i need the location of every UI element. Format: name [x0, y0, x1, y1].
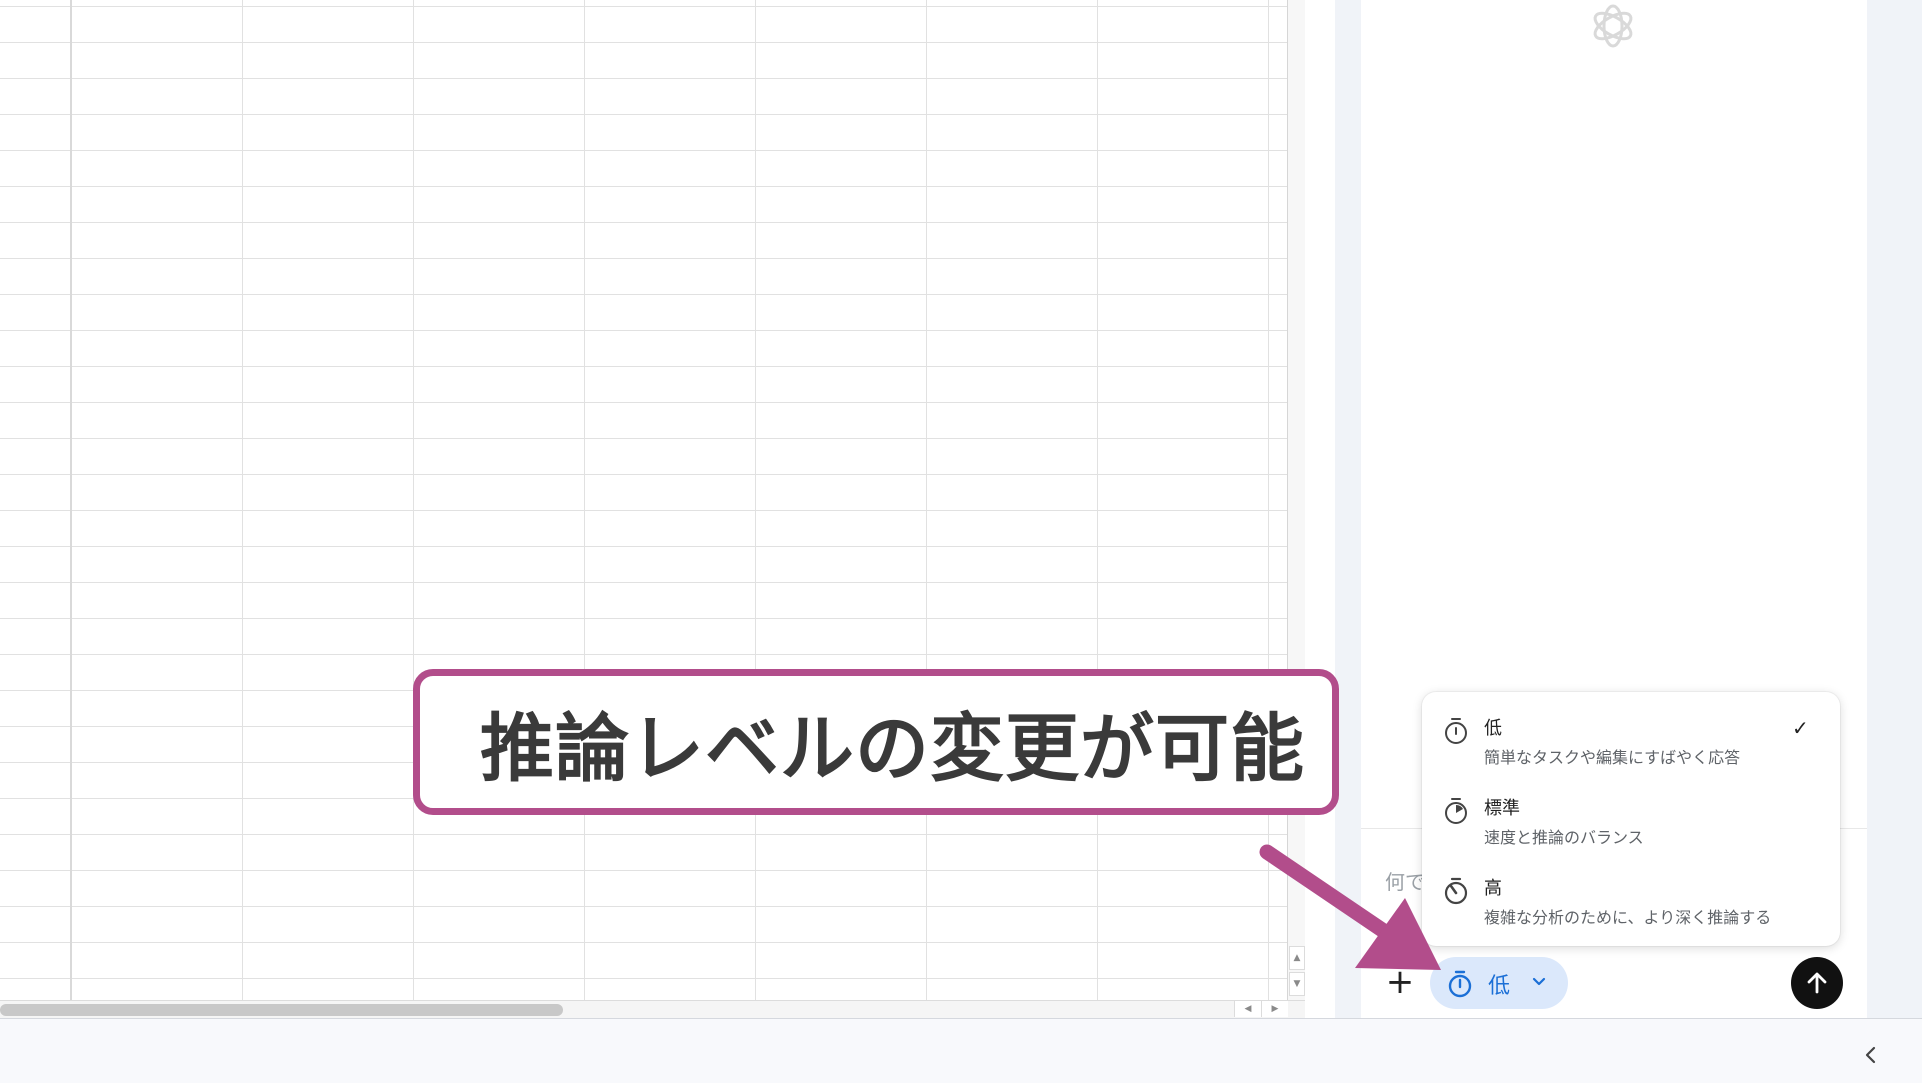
send-button[interactable] — [1791, 957, 1843, 1009]
reasoning-level-menu: 低 簡単なタスクや編集にすばやく応答 ✓ 標準 速度と推論のバランス 高 複雑な… — [1422, 692, 1840, 946]
arrow-up-icon — [1807, 972, 1827, 994]
callout-box: 推論レベルの変更が可能 — [413, 669, 1339, 815]
stopwatch-low-icon — [1445, 718, 1467, 744]
menu-item-description: 速度と推論のバランス — [1484, 828, 1644, 847]
menu-item-standard[interactable]: 標準 速度と推論のバランス — [1422, 772, 1840, 852]
collapse-panel-button[interactable] — [1856, 1040, 1886, 1070]
menu-item-title: 高 — [1484, 878, 1502, 899]
scroll-left-button[interactable]: ◀ — [1234, 1001, 1261, 1017]
triangle-right-icon: ▶ — [1271, 1004, 1279, 1014]
bottom-bar — [0, 1018, 1922, 1083]
reasoning-level-label: 低 — [1488, 974, 1511, 999]
horizontal-scroll-thumb[interactable] — [0, 1004, 563, 1016]
spreadsheet-grid[interactable] — [0, 0, 1287, 1000]
stopwatch-medium-icon — [1445, 798, 1467, 824]
triangle-left-icon: ◀ — [1244, 1004, 1252, 1014]
triangle-down-icon: ▼ — [1293, 979, 1301, 989]
menu-item-description: 複雑な分析のために、より深く推論する — [1484, 908, 1772, 927]
chevron-left-icon — [1865, 1046, 1876, 1064]
menu-item-low[interactable]: 低 簡単なタスクや編集にすばやく応答 ✓ — [1422, 692, 1840, 772]
menu-item-high[interactable]: 高 複雑な分析のために、より深く推論する — [1422, 852, 1840, 932]
callout-text: 推論レベルの変更が可能 — [480, 705, 1305, 792]
menu-item-title: 標準 — [1484, 798, 1520, 819]
callout-arrow-icon — [1259, 844, 1441, 970]
openai-logo-icon — [1593, 4, 1633, 48]
menu-item-description: 簡単なタスクや編集にすばやく応答 — [1484, 748, 1741, 767]
check-icon: ✓ — [1792, 716, 1809, 740]
chevron-down-icon — [1532, 977, 1546, 986]
scroll-right-button[interactable]: ▶ — [1261, 1001, 1288, 1017]
menu-item-title: 低 — [1484, 718, 1502, 739]
